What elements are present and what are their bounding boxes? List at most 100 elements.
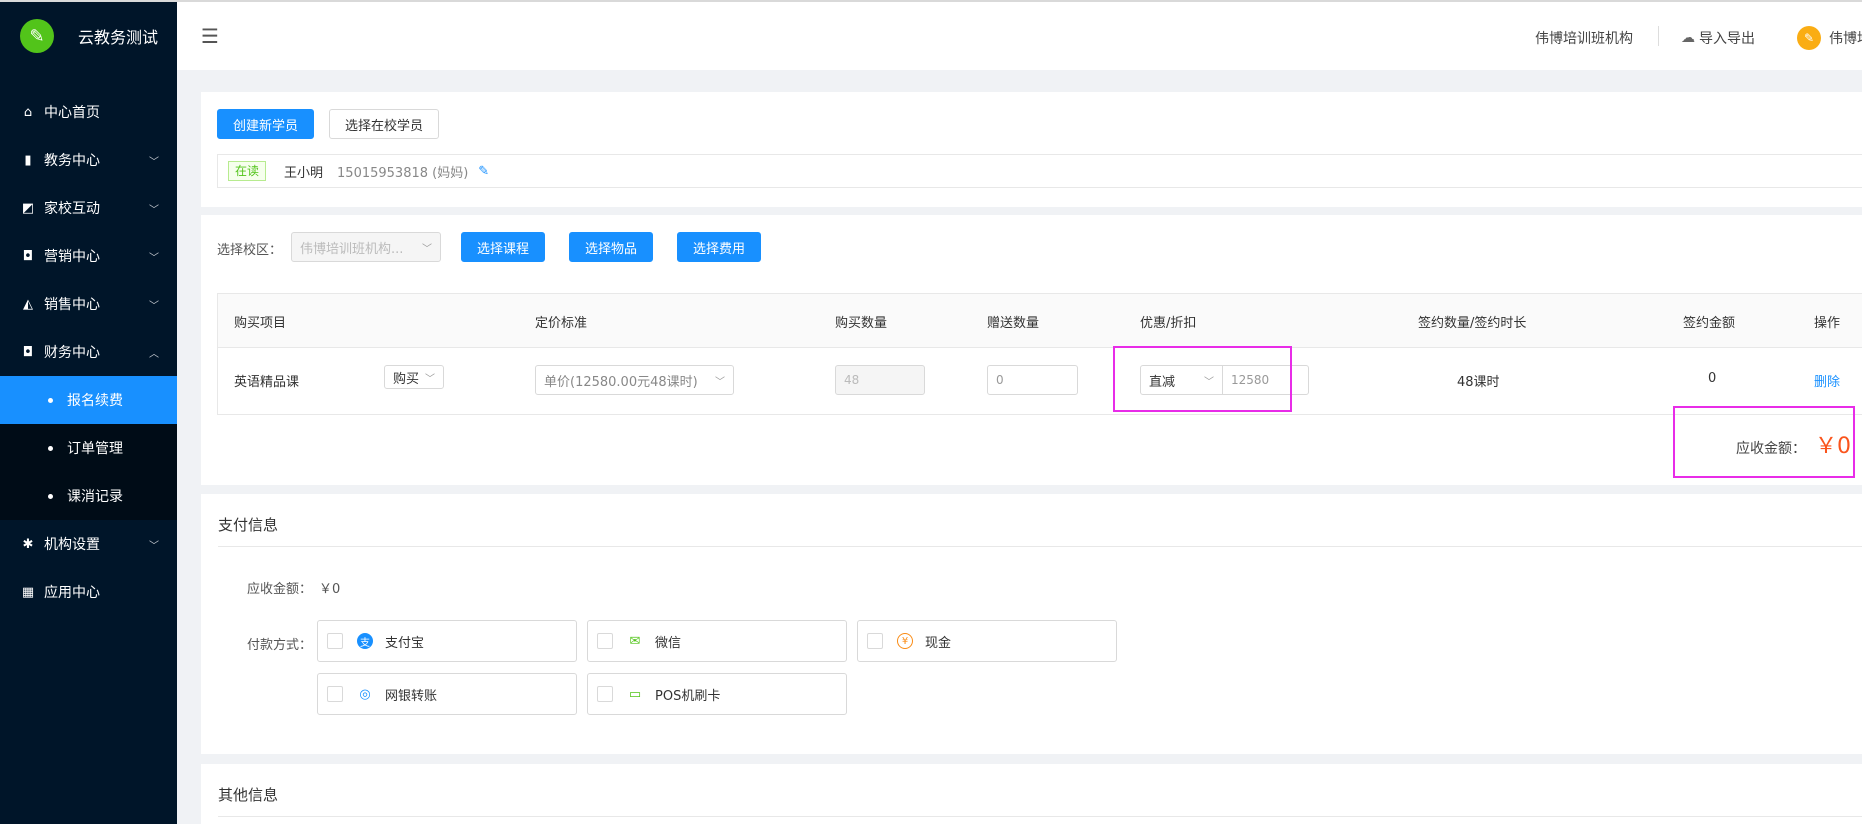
create-student-button[interactable]: 创建新学员 (217, 109, 315, 139)
order-card: 选择校区： 伟博培训班机构... ﹀ 选择课程 选择物品 选择费用 购买项目 定… (201, 215, 1862, 485)
payment-due-value: ￥0 (319, 582, 341, 597)
select-course-button[interactable]: 选择课程 (461, 232, 546, 262)
pay-option-cash[interactable]: ¥ 现金 (857, 620, 1117, 662)
sidebar-item-label: 报名续费 (67, 393, 123, 409)
select-goods-button[interactable]: 选择物品 (569, 232, 654, 262)
sidebar-item-app-center[interactable]: ▦ 应用中心 (0, 568, 177, 616)
sidebar-item-enroll-renew[interactable]: 报名续费 (0, 376, 177, 424)
grid-icon: ▦ (21, 584, 35, 600)
status-badge: 在读 (228, 161, 267, 181)
sidebar-item-label: 财务中心 (44, 345, 100, 361)
bullet-icon (48, 445, 53, 451)
home-icon: ⌂ (23, 104, 33, 120)
chart-icon: ◭ (23, 296, 33, 312)
sidebar-item-consumption[interactable]: 课消记录 (0, 472, 177, 520)
item-name: 英语精品课 (234, 375, 300, 390)
column-header: 购买项目 (234, 316, 287, 331)
student-card: 创建新学员 选择在校学员 在读 王小明 15015953818 (妈妈) ✎ (201, 92, 1862, 207)
due-amount-value: ￥0 (1815, 434, 1851, 459)
purchase-type-select[interactable]: 购买 ﹀ (384, 365, 444, 389)
bullet-icon (48, 397, 53, 403)
sidebar-item-marketing[interactable]: ◘ 营销中心 ﹀ (0, 232, 177, 280)
sidebar-item-finance[interactable]: ◘ 财务中心 ︿ (0, 328, 177, 376)
price-standard-select[interactable]: 单价(12580.00元48课时) ﹀ (535, 365, 734, 395)
checkbox[interactable] (327, 633, 343, 649)
sidebar-item-label: 营销中心 (44, 249, 100, 265)
pay-option-pos[interactable]: ▭ POS机刷卡 (587, 673, 847, 715)
sidebar-item-academic[interactable]: ▮ 教务中心 ﹀ (0, 136, 177, 184)
import-export-button[interactable]: ☁ 导入导出 (1681, 28, 1755, 48)
sidebar-item-label: 中心首页 (44, 105, 100, 121)
pay-option-label: 支付宝 (385, 635, 425, 651)
payment-card: 支付信息 应收金额： ￥0 付款方式： 支 支付宝 ✉ 微信 ¥ 现金 ◎ 网银… (201, 494, 1862, 754)
chevron-down-icon: ﹀ (715, 376, 725, 388)
alipay-icon: 支 (357, 633, 373, 649)
wechat-icon: ✉ (627, 633, 643, 649)
select-student-button[interactable]: 选择在校学员 (329, 109, 440, 139)
sidebar-item-label: 机构设置 (44, 537, 100, 553)
top-header: ☰ 伟博培训班机构 ☁ 导入导出 ✎ 伟博培 (177, 0, 1862, 70)
sidebar-item-org-settings[interactable]: ✱ 机构设置 ﹀ (0, 520, 177, 568)
campus-value: 伟博培训班机构... (300, 241, 404, 257)
sidebar-item-label: 销售中心 (44, 297, 100, 313)
payment-method-label: 付款方式： (247, 638, 313, 653)
gift-quantity-input[interactable]: 0 (987, 365, 1078, 395)
sidebar-item-label: 应用中心 (44, 585, 100, 601)
due-amount-label: 应收金额： (1736, 441, 1806, 457)
sidebar-item-label: 教务中心 (44, 153, 100, 169)
pay-option-label: 微信 (655, 635, 682, 651)
user-name[interactable]: 伟博培 (1829, 28, 1862, 48)
sidebar-item-label: 订单管理 (67, 441, 123, 457)
sidebar-item-home[interactable]: ⌂ 中心首页 (0, 88, 177, 136)
discount-highlight (1113, 346, 1292, 412)
finance-submenu: 报名续费 订单管理 课消记录 (0, 376, 177, 520)
pencil-logo-icon: ✎ (20, 19, 54, 53)
pay-option-wechat[interactable]: ✉ 微信 (587, 620, 847, 662)
table-row: 英语精品课 购买 ﹀ 单价(12580.00元48课时) ﹀ 48 0 直减 ﹀… (218, 348, 1862, 414)
table-header: 购买项目 定价标准 购买数量 赠送数量 优惠/折扣 签约数量/签约时长 签约金额… (218, 294, 1862, 348)
pay-option-label: 现金 (925, 635, 952, 651)
sign-quantity: 48课时 (1457, 375, 1500, 390)
column-header: 优惠/折扣 (1140, 316, 1197, 331)
checkbox[interactable] (597, 686, 613, 702)
column-header: 赠送数量 (987, 316, 1040, 331)
chevron-down-icon: ﹀ (422, 243, 432, 255)
campus-select[interactable]: 伟博培训班机构... ﹀ (291, 232, 441, 262)
edit-icon[interactable]: ✎ (478, 164, 489, 179)
logo: ✎ 云教务测试 (0, 0, 177, 70)
pay-option-alipay[interactable]: 支 支付宝 (317, 620, 577, 662)
sidebar-item-sales[interactable]: ◭ 销售中心 ﹀ (0, 280, 177, 328)
menu-fold-icon[interactable]: ☰ (201, 24, 219, 48)
checkbox[interactable] (597, 633, 613, 649)
sidebar-item-home-school[interactable]: ◩ 家校互动 ﹀ (0, 184, 177, 232)
app-title: 云教务测试 (78, 28, 159, 47)
campus-label: 选择校区： (217, 243, 283, 258)
bag-icon: ◘ (22, 248, 34, 264)
student-phone: 15015953818 (妈妈) (337, 165, 469, 181)
avatar[interactable]: ✎ (1797, 26, 1821, 50)
other-section-title: 其他信息 (218, 786, 279, 804)
quantity-input[interactable]: 48 (835, 365, 925, 395)
purchase-type-value: 购买 (393, 371, 420, 387)
column-header: 定价标准 (535, 316, 588, 331)
student-name: 王小明 (284, 165, 324, 181)
book-icon: ▮ (24, 152, 32, 168)
delete-link[interactable]: 删除 (1814, 371, 1840, 390)
pay-option-bank-transfer[interactable]: ◎ 网银转账 (317, 673, 577, 715)
bullet-icon (48, 493, 53, 499)
sidebar-item-orders[interactable]: 订单管理 (0, 424, 177, 472)
pay-option-label: POS机刷卡 (655, 688, 721, 704)
column-header: 购买数量 (835, 316, 888, 331)
pay-option-label: 网银转账 (385, 688, 438, 704)
chat-icon: ◩ (21, 200, 35, 216)
sidebar-menu: ⌂ 中心首页 ▮ 教务中心 ﹀ ◩ 家校互动 ﹀ ◘ 营销中心 ﹀ ◭ 销售中心… (0, 88, 177, 616)
divider (1658, 26, 1659, 46)
column-header: 操作 (1814, 316, 1841, 331)
org-name[interactable]: 伟博培训班机构 (1535, 28, 1633, 48)
chevron-down-icon: ﹀ (149, 540, 159, 552)
payment-due-label: 应收金额： (247, 582, 313, 597)
select-fee-button[interactable]: 选择费用 (677, 232, 762, 262)
chevron-down-icon: ﹀ (149, 252, 159, 264)
checkbox[interactable] (327, 686, 343, 702)
checkbox[interactable] (867, 633, 883, 649)
